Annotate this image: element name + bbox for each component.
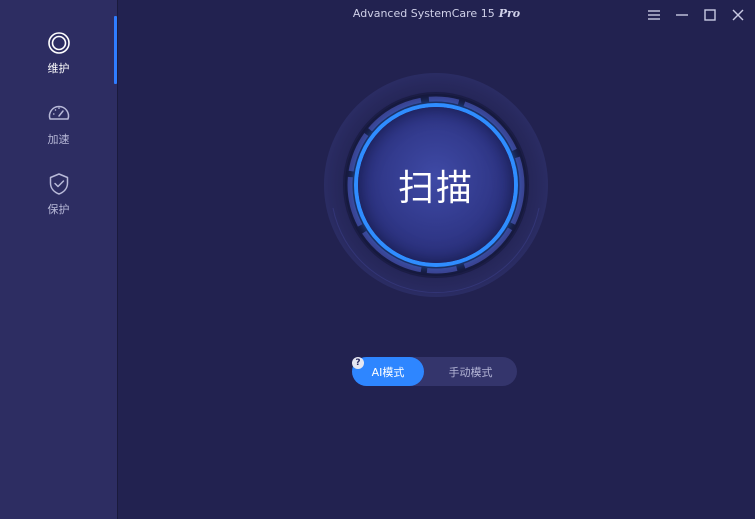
sidebar-item-maintenance[interactable]: 维护 — [0, 31, 117, 93]
sidebar-item-label: 维护 — [47, 62, 70, 75]
mode-toggle: AI模式 手动模式 — [352, 357, 517, 386]
app-window: 维护 加速 保护 Advanced SystemCare 15 Pro 扫描 A… — [0, 0, 755, 519]
shield-check-icon — [49, 173, 68, 195]
minimize-icon — [676, 14, 688, 16]
scan-button-label: 扫描 — [397, 168, 474, 209]
active-indicator — [114, 16, 117, 84]
menu-button[interactable] — [645, 6, 663, 24]
sidebar-item-label: 保护 — [47, 203, 70, 216]
app-title: Advanced SystemCare 15 — [352, 7, 495, 20]
help-icon[interactable]: ? — [352, 357, 364, 369]
maximize-button[interactable] — [701, 6, 719, 24]
close-icon — [732, 9, 744, 21]
maximize-icon — [704, 9, 716, 21]
sidebar: 维护 加速 保护 — [0, 0, 118, 519]
scan-button[interactable]: 扫描 — [358, 107, 514, 263]
sidebar-item-label: 加速 — [47, 133, 70, 146]
sidebar-item-protect[interactable]: 保护 — [0, 172, 117, 234]
edition-label: Pro — [498, 7, 521, 20]
manual-mode-option[interactable]: 手动模式 — [424, 357, 517, 386]
close-button[interactable] — [729, 6, 747, 24]
minimize-button[interactable] — [673, 6, 691, 24]
speedometer-icon — [48, 105, 69, 120]
sidebar-item-speedup[interactable]: 加速 — [0, 102, 117, 164]
menu-icon — [648, 10, 660, 20]
maintenance-ring-icon — [47, 32, 70, 54]
